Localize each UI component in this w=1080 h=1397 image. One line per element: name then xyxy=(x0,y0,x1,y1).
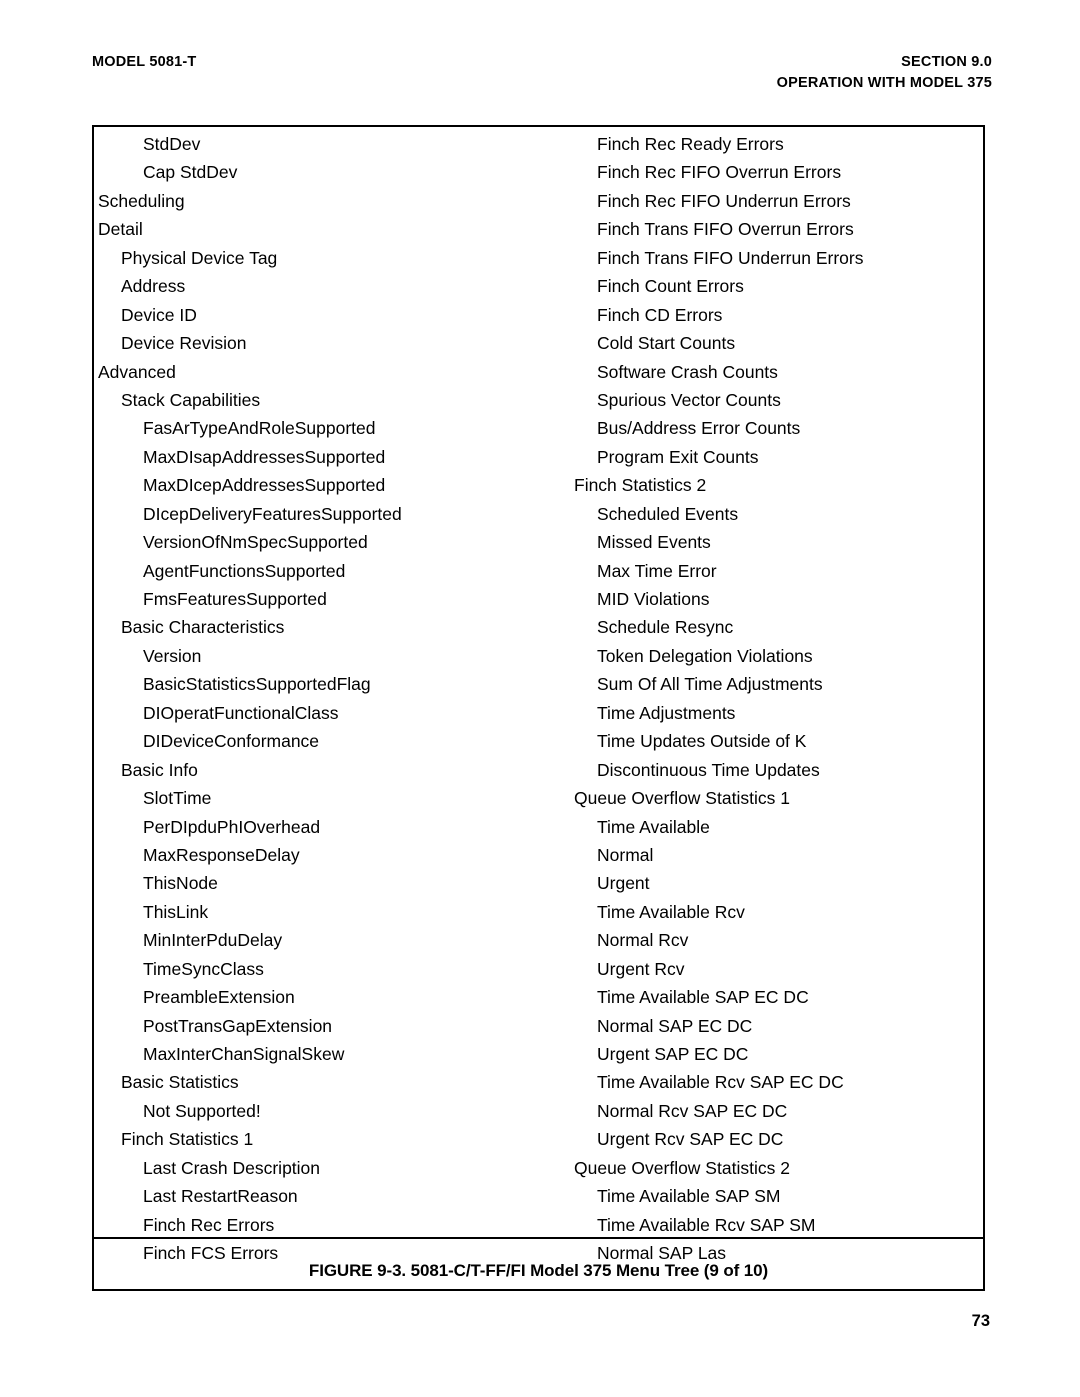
menu-tree-item: ThisNode xyxy=(143,873,218,894)
menu-tree-right-column: Finch Rec Ready Errors Finch Rec FIFO Ove… xyxy=(564,130,984,1268)
menu-tree-item: DIDeviceConformance xyxy=(143,731,320,752)
menu-tree-item: Time Updates Outside of K xyxy=(597,731,807,752)
menu-tree-item: FasArTypeAndRoleSupported xyxy=(143,418,376,439)
menu-tree-item: Time Available Rcv xyxy=(597,901,745,922)
menu-tree-item: VersionOfNmSpecSupported xyxy=(143,532,368,553)
menu-tree-item: MinInterPduDelay xyxy=(143,930,283,951)
menu-tree-item: Finch Rec Ready Errors xyxy=(597,134,784,154)
menu-tree-item: Finch Rec FIFO Underrun Errors xyxy=(597,190,851,211)
menu-tree-item: Normal SAP EC DC xyxy=(597,1015,753,1036)
menu-tree-item: MID Violations xyxy=(597,589,710,609)
menu-tree-item: DIOperatFunctionalClass xyxy=(143,702,339,723)
menu-tree-item: Time Available xyxy=(597,816,710,837)
menu-tree-item: MaxDIsapAddressesSupported xyxy=(143,446,386,467)
figure-caption: FIGURE 9-3. 5081-C/T-FF/FI Model 375 Men… xyxy=(308,1261,769,1280)
menu-tree-item: BasicStatisticsSupportedFlag xyxy=(143,674,371,695)
menu-tree-item: StdDev xyxy=(143,134,201,154)
menu-tree-item: Queue Overflow Statistics 2 xyxy=(574,1157,790,1178)
menu-tree-item: Urgent Rcv SAP EC DC xyxy=(597,1129,784,1150)
menu-tree-item: PreambleExtension xyxy=(143,987,295,1008)
header-section-title: OPERATION WITH MODEL 375 xyxy=(776,75,992,92)
menu-tree-item: Time Available Rcv SAP SM xyxy=(597,1214,816,1235)
menu-tree-item: Basic Characteristics xyxy=(121,617,285,638)
menu-tree-item: ThisLink xyxy=(143,901,209,922)
menu-tree-item: Device Revision xyxy=(121,333,247,354)
menu-tree-item: Address xyxy=(121,276,186,297)
menu-tree-item: Normal xyxy=(597,844,654,865)
menu-tree-item: Physical Device Tag xyxy=(121,247,278,268)
menu-tree-item: Last Crash Description xyxy=(143,1157,321,1178)
caption-divider-rule xyxy=(94,1236,983,1239)
menu-tree-item: TimeSyncClass xyxy=(143,958,264,979)
menu-tree-left-column: StdDev Cap StdDev Scheduling Detail Physical… xyxy=(94,130,564,1268)
menu-tree-item: SlotTime xyxy=(143,788,212,809)
page-number: 73 xyxy=(971,1312,990,1330)
menu-tree-item: Time Available SAP EC DC xyxy=(597,987,809,1008)
menu-tree-item: PerDIpduPhIOverhead xyxy=(143,816,321,837)
menu-tree-item: Finch Count Errors xyxy=(597,276,744,297)
menu-tree-item: FmsFeaturesSupported xyxy=(143,589,327,609)
menu-tree-item: Last RestartReason xyxy=(143,1186,298,1207)
menu-tree-item: Device ID xyxy=(121,304,197,325)
menu-tree-item: Finch Statistics 1 xyxy=(121,1129,254,1150)
figure-menu-tree-box: StdDev Cap StdDev Scheduling Detail Physical… xyxy=(92,125,985,1291)
menu-tree-item: Normal Rcv SAP EC DC xyxy=(597,1100,788,1121)
page-running-header: MODEL 5081-T SECTION 9.0 OPERATION WITH … xyxy=(92,52,992,94)
menu-tree-item: Schedule Resync xyxy=(597,617,734,638)
menu-tree-item: Advanced xyxy=(98,361,176,382)
menu-tree-item: Time Adjustments xyxy=(597,702,736,723)
menu-tree-item: Finch Rec FIFO Overrun Errors xyxy=(597,162,842,183)
menu-tree-item: Detail xyxy=(98,219,143,240)
menu-tree-item: AgentFunctionsSupported xyxy=(143,560,346,581)
menu-tree-columns: StdDev Cap StdDev Scheduling Detail Physical… xyxy=(94,127,983,1263)
menu-tree-item: Basic Info xyxy=(121,759,198,780)
menu-tree-item: Time Available Rcv SAP EC DC xyxy=(597,1072,844,1093)
menu-tree-item: DIcepDeliveryFeaturesSupported xyxy=(143,503,402,524)
menu-tree-item: Max Time Error xyxy=(597,560,717,581)
menu-tree-item: MaxResponseDelay xyxy=(143,844,300,865)
menu-tree-item: Scheduling xyxy=(98,190,185,211)
menu-tree-item: Not Supported! xyxy=(143,1100,261,1121)
header-model-label: MODEL 5081-T xyxy=(92,54,197,70)
menu-tree-item: Finch CD Errors xyxy=(597,304,723,325)
menu-tree-item: Finch Rec Errors xyxy=(143,1214,275,1235)
menu-tree-item: Finch Statistics 2 xyxy=(574,475,707,496)
menu-tree-item: Time Available SAP SM xyxy=(597,1186,781,1207)
menu-tree-item: Cap StdDev xyxy=(143,162,238,183)
menu-tree-item: Urgent SAP EC DC xyxy=(597,1044,749,1064)
menu-tree-item: Basic Statistics xyxy=(121,1072,239,1093)
menu-tree-item: Normal Rcv xyxy=(597,930,689,951)
menu-tree-item: Urgent Rcv xyxy=(597,958,685,979)
menu-tree-item: Stack Capabilities xyxy=(121,389,261,410)
menu-tree-item: Missed Events xyxy=(597,532,711,553)
menu-tree-item: Finch Trans FIFO Overrun Errors xyxy=(597,219,854,240)
menu-tree-item: MaxDIcepAddressesSupported xyxy=(143,475,386,496)
menu-tree-item: Finch Trans FIFO Underrun Errors xyxy=(597,247,864,268)
menu-tree-item: Token Delegation Violations xyxy=(597,645,813,666)
header-section-block: SECTION 9.0 OPERATION WITH MODEL 375 xyxy=(777,52,992,94)
menu-tree-item: Queue Overflow Statistics 1 xyxy=(574,788,790,809)
menu-tree-item: MaxInterChanSignalSkew xyxy=(143,1044,345,1064)
menu-tree-item: PostTransGapExtension xyxy=(143,1015,333,1036)
menu-tree-item: Scheduled Events xyxy=(597,503,739,524)
menu-tree-item: Spurious Vector Counts xyxy=(597,389,781,410)
menu-tree-item: Version xyxy=(143,645,202,666)
menu-tree-item: Urgent xyxy=(597,873,650,894)
menu-tree-item: Cold Start Counts xyxy=(597,333,736,354)
menu-tree-item: Sum Of All Time Adjustments xyxy=(597,674,823,695)
menu-tree-item: Discontinuous Time Updates xyxy=(597,759,820,780)
menu-tree-item: Software Crash Counts xyxy=(597,361,778,382)
header-section-number: SECTION 9.0 xyxy=(901,54,992,70)
menu-tree-item: Program Exit Counts xyxy=(597,446,759,467)
menu-tree-item: Bus/Address Error Counts xyxy=(597,418,801,439)
